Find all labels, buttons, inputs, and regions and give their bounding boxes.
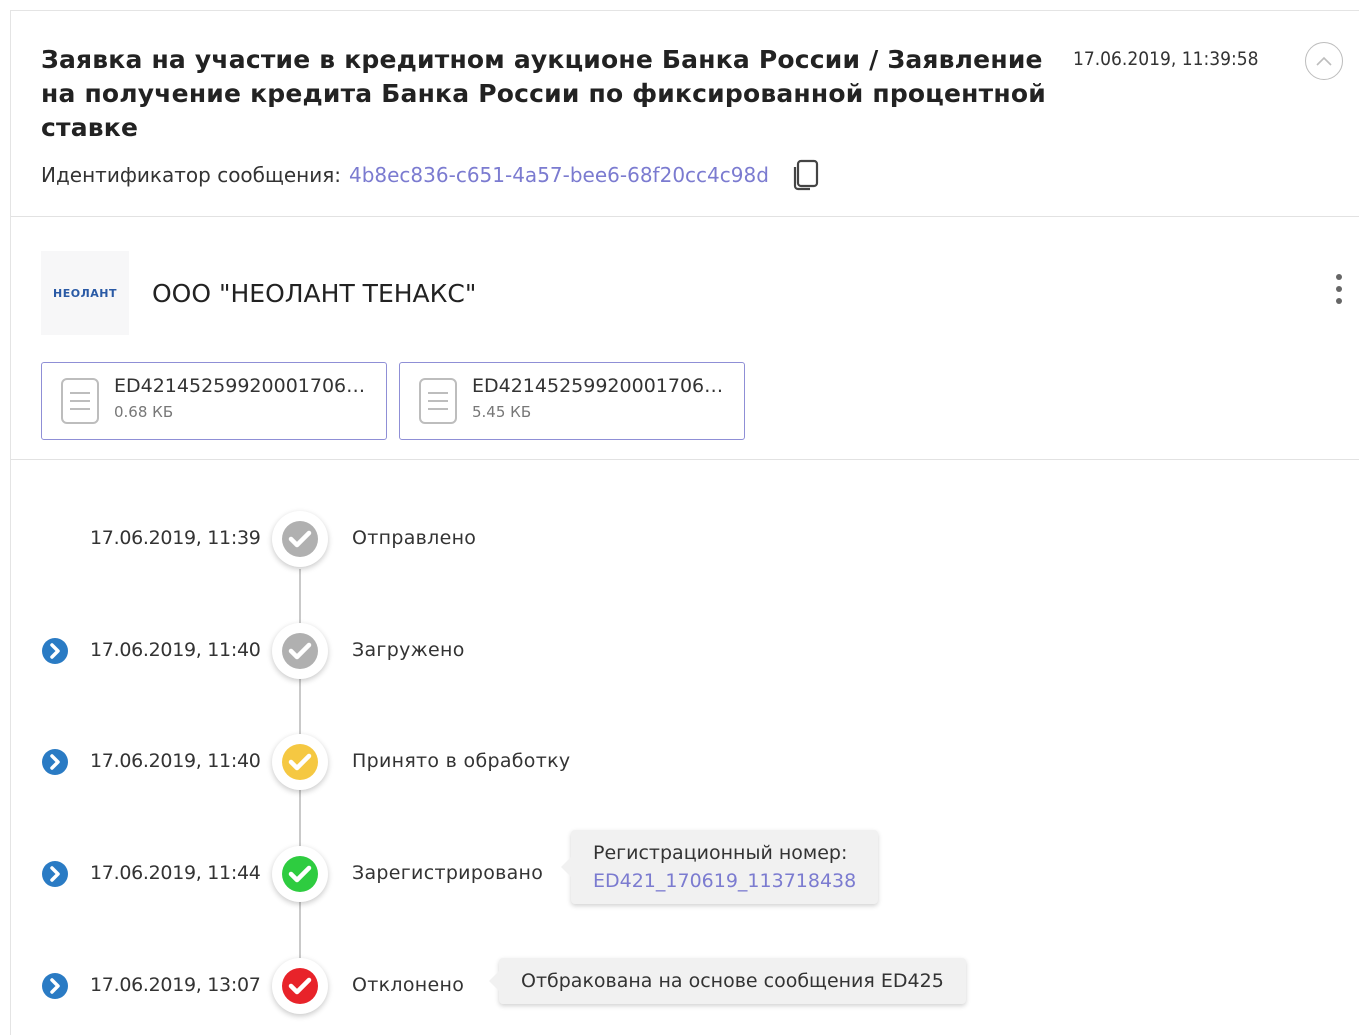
registration-number-link[interactable]: ED421_170619_113718438	[593, 870, 856, 892]
timeline-status: Загружено	[352, 639, 465, 661]
registration-note: Регистрационный номер: ED421_170619_1137…	[560, 830, 879, 904]
chevron-right-circle-icon[interactable]	[41, 637, 69, 665]
chevron-right-circle-icon[interactable]	[41, 748, 69, 776]
status-node	[272, 734, 328, 790]
file-size: 0.68 КБ	[114, 403, 174, 421]
check-icon	[282, 744, 318, 780]
message-id-label: Идентификатор сообщения:	[41, 163, 341, 187]
file-size: 5.45 КБ	[472, 403, 532, 421]
copy-icon	[793, 159, 819, 191]
file-name: ED4214525992000170620190617...	[472, 375, 734, 397]
more-options-button[interactable]	[1327, 269, 1351, 309]
status-node	[272, 511, 328, 567]
message-id-value[interactable]: 4b8ec836-c651-4a57-bee6-68f20cc4c98d	[349, 163, 769, 187]
timeline-row: 17.06.2019, 11:40 Загружено	[11, 621, 1359, 681]
header-divider	[11, 216, 1359, 217]
chevron-right-circle-icon[interactable]	[41, 860, 69, 888]
chevron-up-icon	[1316, 56, 1332, 66]
check-icon	[282, 968, 318, 1004]
document-icon	[419, 378, 457, 424]
timeline-row: 17.06.2019, 11:44 Зарегистрировано Регис…	[11, 830, 1359, 904]
timeline-status: Зарегистрировано	[352, 862, 544, 884]
check-icon	[282, 856, 318, 892]
rejection-note: Отбракована на основе сообщения ED425	[489, 958, 966, 1004]
status-node	[272, 846, 328, 902]
message-id-row: Идентификатор сообщения: 4b8ec836-c651-4…	[41, 158, 821, 192]
status-node	[272, 623, 328, 679]
timeline-row: 17.06.2019, 13:07 Отклонено Отбракована …	[11, 956, 1359, 1016]
timeline-status: Принято в обработку	[352, 750, 571, 772]
timeline-status: Отклонено	[352, 974, 465, 996]
timeline-date: 17.06.2019, 13:07	[90, 974, 261, 996]
organization-logo: НЕОЛАНТ	[41, 251, 129, 335]
timeline-status: Отправлено	[352, 527, 477, 549]
timeline-row: 17.06.2019, 11:39 Отправлено	[11, 509, 1359, 569]
check-icon	[282, 633, 318, 669]
organization-name: ООО "НЕОЛАНТ ТЕНАКС"	[152, 279, 477, 308]
logo-text: НЕОЛАНТ	[53, 286, 117, 300]
timeline-date: 17.06.2019, 11:40	[90, 639, 261, 661]
file-attachment[interactable]: ED4214525992000170620190617... 0.68 КБ	[41, 362, 387, 440]
timeline-date: 17.06.2019, 11:44	[90, 862, 261, 884]
timeline-row: 17.06.2019, 11:40 Принято в обработку	[11, 732, 1359, 792]
timeline-date: 17.06.2019, 11:40	[90, 750, 261, 772]
page-title: Заявка на участие в кредитном аукционе Б…	[41, 45, 1046, 142]
timeline-date: 17.06.2019, 11:39	[90, 527, 261, 549]
file-attachment[interactable]: ED4214525992000170620190617... 5.45 КБ	[399, 362, 745, 440]
chevron-right-circle-icon[interactable]	[41, 972, 69, 1000]
message-card: Заявка на участие в кредитном аукционе Б…	[10, 10, 1359, 1035]
more-vertical-icon-dot	[1336, 274, 1342, 280]
document-icon	[61, 378, 99, 424]
status-node	[272, 958, 328, 1014]
collapse-button[interactable]	[1305, 42, 1343, 80]
check-icon	[282, 521, 318, 557]
message-datetime: 17.06.2019, 11:39:58	[1073, 48, 1259, 70]
more-vertical-icon-dot	[1336, 298, 1342, 304]
more-vertical-icon-dot	[1336, 286, 1342, 292]
files-divider	[11, 459, 1359, 460]
registration-label: Регистрационный номер:	[593, 842, 848, 864]
copy-button[interactable]	[791, 158, 821, 192]
file-name: ED4214525992000170620190617...	[114, 375, 376, 397]
